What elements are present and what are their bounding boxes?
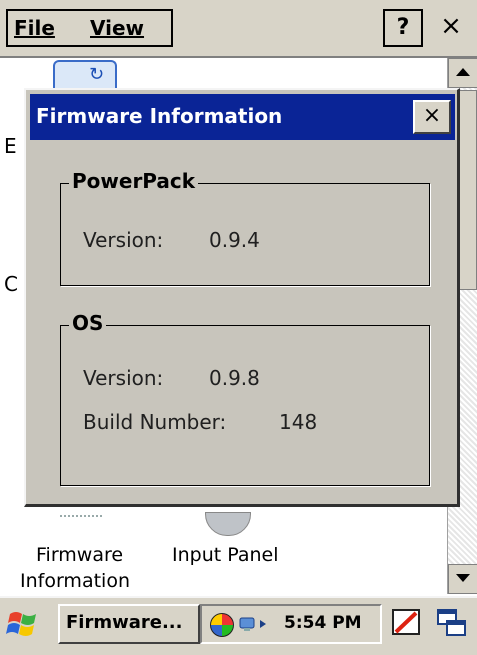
powerpack-legend: PowerPack <box>69 169 199 193</box>
input-panel-label[interactable]: Input Panel <box>172 544 279 566</box>
scroll-up-button[interactable] <box>448 58 477 88</box>
taskbar-firmware-button[interactable]: Firmware... <box>58 604 200 644</box>
help-button[interactable]: ? <box>383 9 423 47</box>
os-version-row: Version: 0.9.8 <box>83 366 260 390</box>
down-arrow-icon <box>456 574 470 582</box>
os-build-label: Build Number: <box>83 410 227 434</box>
windows-switch-icon[interactable] <box>436 607 468 639</box>
menu-file-label: File <box>14 16 55 40</box>
network-icon[interactable] <box>238 614 268 634</box>
menu-file[interactable]: File <box>14 16 55 40</box>
os-build-value: 148 <box>279 410 318 434</box>
os-version-label: Version: <box>83 366 164 390</box>
pen-input-icon[interactable] <box>390 607 422 639</box>
obscured-label-fragment: C <box>4 272 18 296</box>
firmware-information-dialog: Firmware Information × PowerPack Version… <box>24 88 460 507</box>
globe-icon[interactable] <box>210 613 234 637</box>
os-version-value: 0.9.8 <box>209 366 260 390</box>
up-arrow-icon <box>456 68 470 76</box>
firmware-information-label-line2[interactable]: Information <box>20 570 130 592</box>
powerpack-version-row: Version: 0.9.4 <box>83 228 260 252</box>
system-tray: 5:54 PM <box>200 604 382 644</box>
scroll-down-button[interactable] <box>448 564 477 594</box>
menu-group: File View <box>6 9 173 47</box>
dialog-close-button[interactable]: × <box>413 100 451 134</box>
os-groupbox: OS Version: 0.9.8 Build Number: 148 <box>60 311 430 486</box>
dialog-title: Firmware Information <box>36 104 283 128</box>
dialog-title-bar[interactable]: Firmware Information × <box>30 94 455 140</box>
taskbar: Firmware... 5:54 PM <box>0 596 477 655</box>
menu-view[interactable]: View <box>90 16 144 40</box>
start-flag-icon[interactable] <box>6 608 40 640</box>
obscured-label-fragment: E <box>4 134 17 158</box>
firmware-information-icon[interactable] <box>60 515 102 525</box>
menu-view-label: View <box>90 16 145 40</box>
clock[interactable]: 5:54 PM <box>284 613 362 633</box>
menu-bar: File View ? × <box>0 0 477 58</box>
close-button[interactable]: × <box>431 9 471 47</box>
firmware-information-label[interactable]: Firmware <box>36 544 123 566</box>
powerpack-version-label: Version: <box>83 228 164 252</box>
os-build-row: Build Number: 148 <box>83 410 317 434</box>
powerpack-groupbox: PowerPack Version: 0.9.4 <box>60 169 430 286</box>
os-legend: OS <box>69 311 107 335</box>
powerpack-version-value: 0.9.4 <box>209 228 260 252</box>
